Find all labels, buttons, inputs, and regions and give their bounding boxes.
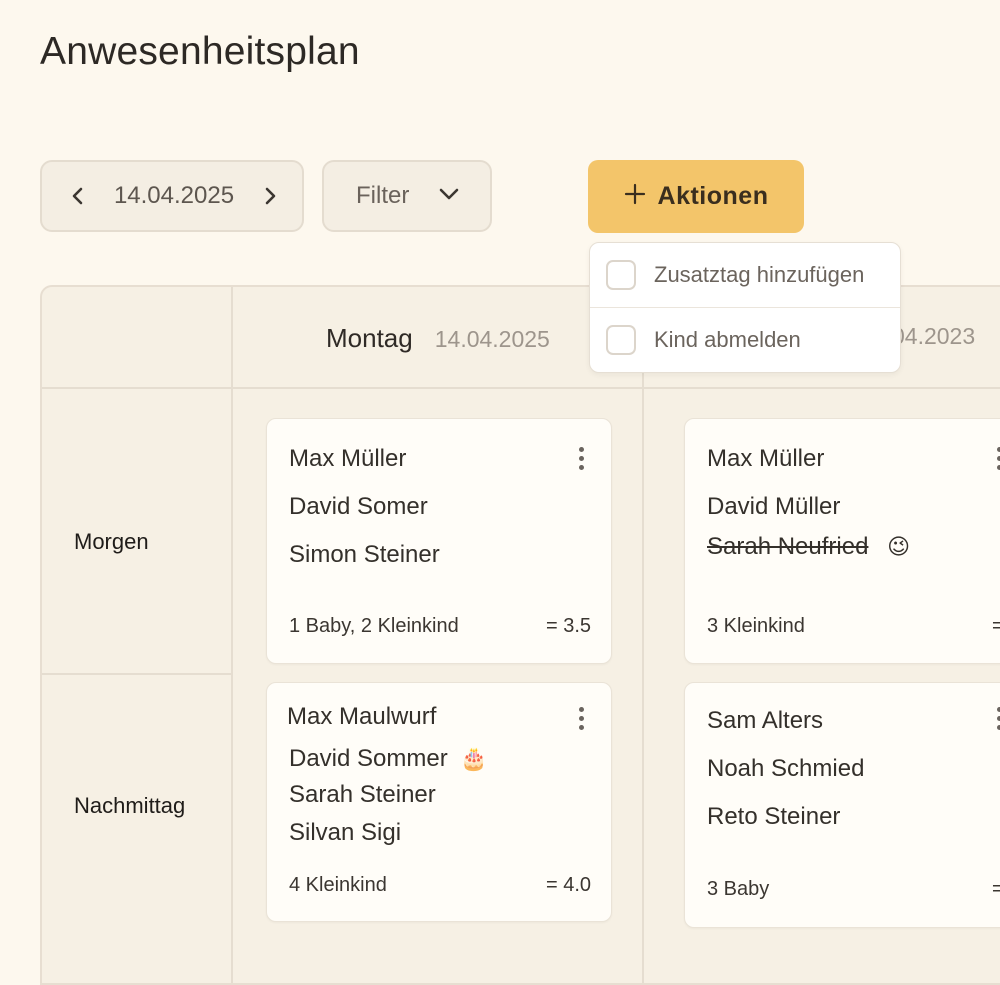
actions-dropdown-menu: Zusatztag hinzufügen Kind abmelden — [589, 242, 901, 373]
attendance-grid: Montag 14.04.2025 04.2023 Morgen Nachmit… — [40, 285, 1000, 985]
child-name-absent: Sarah Neufried 😉 — [707, 533, 910, 561]
actions-label: Aktionen — [657, 182, 769, 210]
day-date: 04.2023 — [892, 323, 976, 349]
child-name: David Sommer — [289, 745, 448, 772]
child-name: Noah Schmied — [707, 755, 865, 782]
kebab-menu-icon[interactable] — [579, 447, 585, 470]
child-name: Max Müller — [289, 445, 407, 472]
group-score: = 3.5 — [992, 878, 1000, 901]
row-label-nachmittag: Nachmittag — [74, 793, 186, 818]
row-divider — [42, 673, 231, 675]
column-divider — [231, 287, 233, 983]
attendance-card[interactable]: Max Müller David Somer Simon Steiner 1 B… — [266, 418, 612, 664]
child-name: Simon Steiner — [289, 541, 440, 568]
wink-emoji-icon: 😉 — [887, 535, 911, 560]
day-date: 14.04.2025 — [434, 326, 550, 352]
group-summary: 1 Baby, 2 Kleinkind — [289, 615, 459, 637]
child-name: Sam Alters — [707, 707, 824, 734]
group-score: = 4.0 — [545, 874, 591, 896]
filter-dropdown[interactable]: Filter — [322, 160, 492, 232]
checkbox[interactable] — [606, 260, 636, 290]
child-name: Max Müller — [707, 445, 825, 472]
group-score: = 3.0 — [992, 615, 1000, 638]
checkbox[interactable] — [606, 325, 636, 355]
current-date: 14.04.2025 — [113, 182, 235, 209]
day-header-second: 04.2023 — [892, 323, 975, 350]
menu-item-label: Kind abmelden — [654, 327, 801, 352]
group-score: = 3.5 — [545, 615, 591, 637]
page-title: Anwesenheitsplan — [40, 30, 360, 73]
attendance-card[interactable]: Sam Alters Noah Schmied Reto Steiner 3 B… — [684, 682, 1000, 928]
header-divider — [42, 387, 1000, 389]
day-header-monday: Montag 14.04.2025 — [326, 323, 550, 354]
absent-child-name: Sarah Neufried — [707, 533, 869, 560]
chevron-down-icon — [438, 187, 460, 206]
child-name: Reto Steiner — [707, 803, 841, 830]
child-name: Max Maulwurf — [287, 703, 437, 730]
actions-button[interactable]: Aktionen — [588, 160, 804, 233]
chevron-right-icon[interactable] — [258, 184, 282, 208]
menu-item-label: Zusatztag hinzufügen — [654, 262, 865, 287]
date-navigator: 14.04.2025 — [40, 160, 304, 232]
row-label-morgen: Morgen — [74, 529, 149, 554]
menu-item-abmelden[interactable]: Kind abmelden — [590, 307, 900, 372]
child-name: Silvan Sigi — [289, 819, 402, 846]
menu-item-zusatztag[interactable]: Zusatztag hinzufügen — [590, 243, 900, 307]
child-name-with-emoji: David Sommer 🎂 — [289, 745, 488, 773]
birthday-cake-icon: 🎂 — [460, 747, 488, 772]
filter-label: Filter — [356, 182, 410, 209]
kebab-menu-icon[interactable] — [579, 707, 585, 730]
group-summary: 3 Kleinkind — [707, 615, 805, 637]
attendance-card[interactable]: Max Maulwurf David Sommer 🎂 Sarah Steine… — [266, 682, 612, 922]
column-divider — [642, 287, 644, 983]
chevron-left-icon[interactable] — [66, 184, 90, 208]
group-summary: 4 Kleinkind — [289, 874, 387, 896]
child-name: David Müller — [707, 493, 841, 520]
plus-icon — [624, 183, 646, 210]
child-name: David Somer — [289, 493, 428, 520]
child-name: Sarah Steiner — [289, 781, 436, 808]
group-summary: 3 Baby — [707, 878, 770, 900]
day-name: Montag — [326, 323, 413, 353]
attendance-card[interactable]: Max Müller David Müller Sarah Neufried 😉… — [684, 418, 1000, 664]
